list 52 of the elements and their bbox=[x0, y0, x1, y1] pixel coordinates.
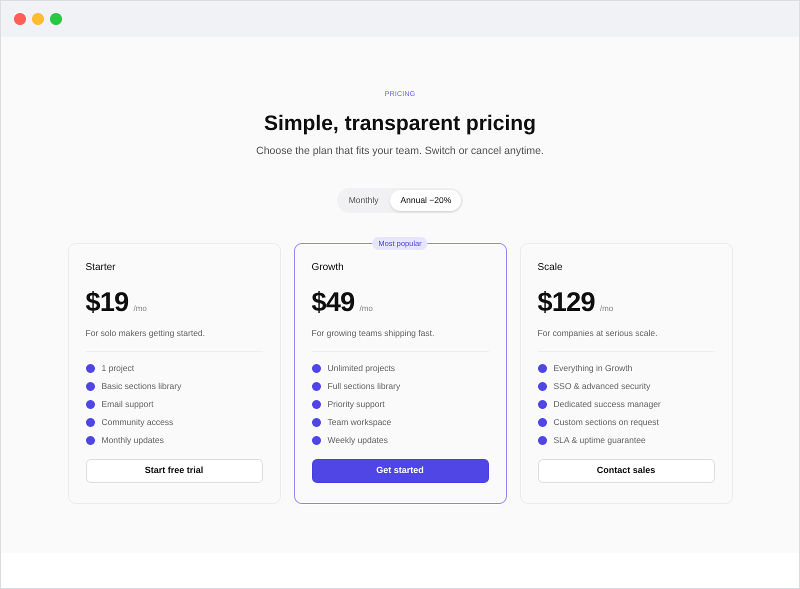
billing-option-tab[interactable]: Monthly bbox=[338, 190, 388, 211]
plan-price: $129 bbox=[538, 287, 595, 317]
price-period: /mo bbox=[600, 303, 614, 315]
feature-text: SSO & advanced security bbox=[554, 380, 650, 392]
zoom-icon[interactable] bbox=[50, 13, 62, 25]
bullet-icon bbox=[538, 364, 546, 372]
feature-text: Monthly updates bbox=[102, 434, 164, 446]
bullet-icon bbox=[312, 382, 320, 390]
feature-text: Email support bbox=[102, 398, 154, 410]
feature-text: Basic sections library bbox=[102, 380, 182, 392]
feature-text: 1 project bbox=[102, 362, 134, 374]
bullet-icon bbox=[312, 364, 320, 372]
bullet-icon bbox=[86, 364, 94, 372]
feature-text: Unlimited projects bbox=[328, 362, 396, 374]
page-subtitle: Choose the plan that fits your team. Switch or cancel anytime. bbox=[256, 144, 544, 158]
plan-name: Starter bbox=[86, 261, 117, 275]
plan-button[interactable]: Get started bbox=[312, 459, 488, 483]
minimize-icon[interactable] bbox=[32, 13, 44, 25]
bullet-icon bbox=[312, 400, 320, 408]
plan-description: For companies at serious scale. bbox=[538, 327, 658, 339]
feature-text: Community access bbox=[102, 416, 174, 428]
feature-text: Team workspace bbox=[328, 416, 392, 428]
bullet-icon bbox=[538, 382, 546, 390]
price-period: /mo bbox=[134, 303, 147, 315]
plan-name: Growth bbox=[312, 261, 345, 275]
feature-text: Custom sections on request bbox=[554, 416, 659, 428]
bullet-icon bbox=[538, 400, 546, 408]
billing-option-tab[interactable]: Annual −20% bbox=[390, 190, 462, 211]
plan-button[interactable]: Start free trial bbox=[86, 459, 262, 483]
feature-text: Weekly updates bbox=[328, 434, 388, 446]
feature-text: Priority support bbox=[328, 398, 385, 410]
bullet-icon bbox=[312, 418, 320, 426]
plan-button[interactable]: Contact sales bbox=[538, 459, 714, 483]
feature-text: Dedicated success manager bbox=[554, 398, 661, 410]
plan-description: For solo makers getting started. bbox=[86, 327, 206, 339]
bullet-icon bbox=[86, 400, 94, 408]
feature-text: Full sections library bbox=[328, 380, 400, 392]
bullet-icon bbox=[312, 436, 320, 444]
close-icon[interactable] bbox=[14, 13, 26, 25]
bullet-icon bbox=[538, 418, 546, 426]
bullet-icon bbox=[538, 436, 546, 444]
feature-text: SLA & uptime guarantee bbox=[554, 434, 646, 446]
bullet-icon bbox=[86, 436, 94, 444]
feature-text: Everything in Growth bbox=[554, 362, 632, 374]
plan-description: For growing teams shipping fast. bbox=[312, 327, 436, 339]
page-heading: Simple, transparent pricing bbox=[264, 111, 536, 137]
bullet-icon bbox=[86, 418, 94, 426]
plan-name: Scale bbox=[538, 261, 564, 275]
plan-price: $19 bbox=[86, 287, 129, 317]
plan-price: $49 bbox=[312, 287, 355, 317]
bullet-icon bbox=[86, 382, 94, 390]
price-period: /mo bbox=[360, 303, 373, 315]
